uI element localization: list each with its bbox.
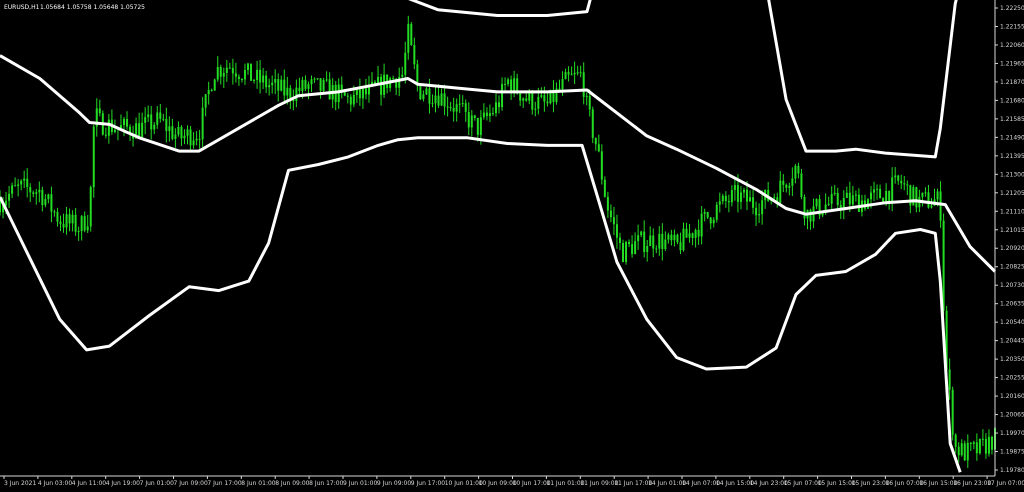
- candle: [89, 185, 92, 232]
- time-tick-label: 11 Jun 17:00: [614, 480, 652, 487]
- candle: [250, 63, 253, 81]
- price-tick-label: 1.20350: [1000, 356, 1024, 363]
- time-tick-label: 15 Jun 07:00: [784, 480, 822, 487]
- price-tick-label: 1.20065: [1000, 412, 1024, 419]
- price-tick-label: 1.20540: [1000, 319, 1024, 326]
- price-tick-label: 1.21680: [1000, 97, 1024, 104]
- candle: [866, 198, 869, 210]
- candle: [951, 386, 954, 441]
- candle: [625, 240, 628, 265]
- price-tick-label: 1.20445: [1000, 338, 1024, 345]
- price-tick-label: 1.20255: [1000, 375, 1024, 382]
- chart-background: [0, 0, 1024, 492]
- price-tick-label: 1.20825: [1000, 264, 1024, 271]
- time-tick-label: 11 Jun 09:00: [580, 480, 618, 487]
- price-tick-label: 1.19875: [1000, 449, 1024, 456]
- time-tick-label: 4 Jun 19:00: [106, 480, 140, 487]
- time-tick-label: 17 Jun 07:00: [987, 480, 1024, 487]
- time-tick-label: 7 Jun 09:00: [174, 480, 208, 487]
- price-tick-label: 1.20920: [1000, 245, 1024, 252]
- price-chart[interactable]: 1.22250 1.22155 1.22060 1.21965 1.21870 1.216…: [0, 0, 1024, 492]
- time-tick-label: 15 Jun 23:00: [852, 480, 890, 487]
- candle: [419, 85, 422, 101]
- time-tick-label: 7 Jun 17:00: [207, 480, 241, 487]
- candle: [410, 22, 413, 46]
- time-tick-label: 16 Jun 15:00: [919, 480, 957, 487]
- time-tick-label: 8 Jun 09:00: [275, 480, 309, 487]
- time-tick-label: 14 Jun 07:00: [682, 480, 720, 487]
- price-tick-label: 1.21585: [1000, 116, 1024, 123]
- time-tick-label: 15 Jun 15:00: [818, 480, 856, 487]
- price-tick-label: 1.21205: [1000, 190, 1024, 197]
- price-tick-label: 1.19780: [1000, 467, 1024, 474]
- time-tick-label: 3 Jun 2021: [4, 480, 36, 487]
- price-tick-label: 1.21490: [1000, 134, 1024, 141]
- price-tick-label: 1.21110: [1000, 208, 1024, 215]
- time-tick-label: 9 Jun 09:00: [377, 480, 411, 487]
- price-tick-label: 1.21300: [1000, 171, 1024, 178]
- time-tick-label: 14 Jun 01:00: [648, 480, 686, 487]
- time-tick-label: 10 Jun 09:00: [479, 480, 517, 487]
- time-tick-label: 9 Jun 17:00: [411, 480, 445, 487]
- time-tick-label: 4 Jun 03:00: [38, 480, 72, 487]
- time-tick-label: 14 Jun 23:00: [750, 480, 788, 487]
- price-tick-label: 1.20635: [1000, 301, 1024, 308]
- time-tick-label: 16 Jun 23:00: [953, 480, 991, 487]
- price-tick-label: 1.21965: [1000, 60, 1024, 67]
- price-tick-label: 1.21395: [1000, 153, 1024, 160]
- time-tick-label: 7 Jun 01:00: [140, 480, 174, 487]
- price-tick-label: 1.22250: [1000, 5, 1024, 12]
- candle: [92, 124, 95, 198]
- time-tick-label: 11 Jun 01:00: [546, 480, 584, 487]
- candle: [963, 440, 966, 461]
- time-tick-label: 10 Jun 17:00: [513, 480, 551, 487]
- price-tick-label: 1.20160: [1000, 393, 1024, 400]
- candle: [622, 239, 625, 263]
- time-tick-label: 4 Jun 11:00: [72, 480, 106, 487]
- price-tick-label: 1.22060: [1000, 42, 1024, 49]
- chart-header-ohlc: 1.05684 1.05758 1.05648 1.05725: [40, 4, 145, 11]
- candle: [213, 78, 216, 91]
- time-tick-label: 8 Jun 01:00: [241, 480, 275, 487]
- price-tick-label: 1.21870: [1000, 79, 1024, 86]
- time-tick-label: 9 Jun 01:00: [343, 480, 377, 487]
- price-tick-label: 1.19970: [1000, 430, 1024, 437]
- chart-header-symbol: EURUSD,H1: [4, 4, 40, 11]
- candle: [800, 168, 803, 200]
- candle: [591, 106, 594, 144]
- time-tick-label: 14 Jun 15:00: [716, 480, 754, 487]
- time-tick-label: 16 Jun 07:00: [885, 480, 923, 487]
- time-tick-label: 8 Jun 17:00: [309, 480, 343, 487]
- price-tick-label: 1.21015: [1000, 227, 1024, 234]
- candle: [715, 201, 718, 223]
- price-tick-label: 1.20730: [1000, 282, 1024, 289]
- price-tick-label: 1.22155: [1000, 23, 1024, 30]
- candle: [978, 438, 981, 455]
- time-tick-label: 10 Jun 01:00: [445, 480, 483, 487]
